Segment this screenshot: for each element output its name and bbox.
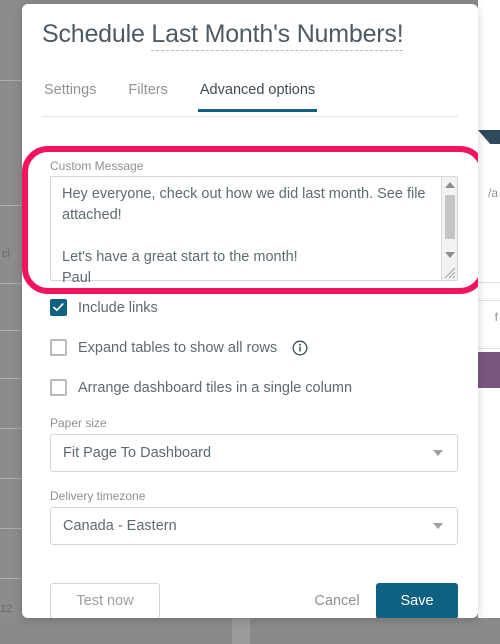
checkbox-box[interactable]	[50, 379, 67, 396]
checkbox-include-links[interactable]: Include links	[50, 299, 158, 316]
background-text-fragment-right-2: f	[494, 310, 498, 324]
tab-filters[interactable]: Filters	[126, 82, 169, 112]
resize-grip-icon	[484, 598, 498, 612]
background-rule	[0, 80, 22, 81]
background-tile-purple	[478, 352, 500, 388]
custom-message-label: Custom Message	[50, 159, 144, 173]
background-rule	[0, 478, 22, 479]
custom-message-value: Hey everyone, check out how we did last …	[62, 186, 426, 286]
background-rule	[0, 578, 22, 579]
chevron-down-icon[interactable]	[433, 450, 443, 456]
background-rule	[0, 378, 22, 379]
background-text-fragment-left: cl	[2, 248, 10, 260]
checkbox-label: Arrange dashboard tiles in a single colu…	[78, 379, 353, 396]
background-text-fragment-right-1: /a	[487, 186, 498, 200]
test-now-button[interactable]: Test now	[50, 583, 160, 618]
dialog-tabs: Settings Filters Advanced options	[42, 82, 458, 117]
triangle-up-icon[interactable]	[445, 182, 455, 188]
background-rule	[478, 348, 500, 349]
resize-grip-icon[interactable]	[442, 265, 456, 279]
paper-size-value: Fit Page To Dashboard	[63, 445, 212, 461]
tab-advanced-options[interactable]: Advanced options	[197, 82, 318, 112]
background-text-fragment-bottom: 12	[0, 603, 13, 615]
delivery-timezone-value: Canada - Eastern	[63, 518, 177, 534]
background-right-panel	[478, 0, 500, 618]
background-rule	[0, 428, 22, 429]
custom-message-input[interactable]: Hey everyone, check out how we did last …	[50, 176, 458, 286]
delivery-timezone-select[interactable]: Canada - Eastern	[50, 507, 458, 545]
save-button[interactable]: Save	[376, 583, 458, 618]
page-title-static: Schedule	[42, 20, 145, 48]
background-rule	[478, 300, 500, 301]
checkmark-icon	[53, 303, 64, 312]
checkbox-single-column[interactable]: Arrange dashboard tiles in a single colu…	[50, 379, 352, 396]
paper-size-select[interactable]: Fit Page To Dashboard	[50, 434, 458, 472]
tab-settings[interactable]: Settings	[42, 82, 98, 112]
schedule-dialog: Schedule Last Month's Numbers! Settings …	[22, 4, 478, 618]
background-left-column	[0, 0, 22, 644]
background-rule	[0, 283, 22, 284]
info-icon[interactable]	[292, 340, 308, 356]
cancel-button[interactable]: Cancel	[302, 583, 372, 618]
delivery-timezone-label: Delivery timezone	[50, 489, 146, 503]
background-bottom-notch	[232, 618, 250, 644]
triangle-down-icon[interactable]	[445, 252, 455, 258]
background-bottom-bar	[0, 618, 500, 644]
checkbox-expand-tables[interactable]: Expand tables to show all rows	[50, 339, 308, 356]
paper-size-label: Paper size	[50, 416, 107, 430]
checkbox-label: Expand tables to show all rows	[78, 339, 278, 356]
schedule-name-input[interactable]: Last Month's Numbers!	[151, 20, 404, 51]
checkbox-box[interactable]	[50, 299, 67, 316]
background-rule	[0, 205, 22, 206]
background-rule	[0, 528, 22, 529]
chevron-down-icon[interactable]	[433, 523, 443, 529]
background-rule	[478, 282, 500, 283]
page-title: Schedule Last Month's Numbers!	[42, 20, 404, 51]
scrollbar-thumb[interactable]	[445, 195, 455, 239]
checkbox-label: Include links	[78, 299, 158, 316]
background-rule	[0, 330, 22, 331]
checkbox-box[interactable]	[50, 339, 67, 356]
